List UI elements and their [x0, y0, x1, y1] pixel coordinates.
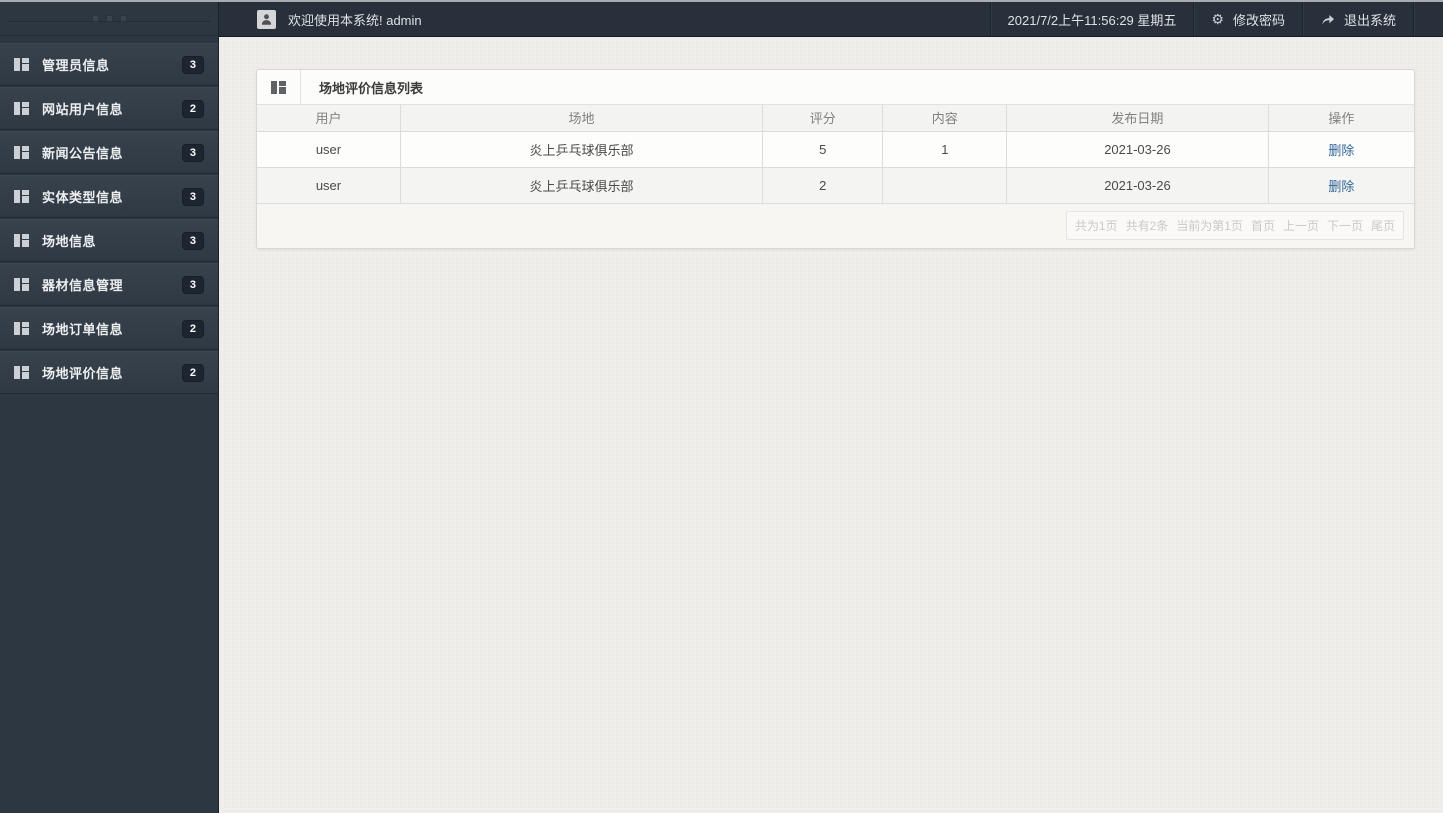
welcome-text: 欢迎使用本系统! admin	[288, 12, 422, 28]
pagination-current-page: 当前为第1页	[1176, 219, 1243, 233]
column-header-date: 发布日期	[1006, 105, 1269, 132]
grid-icon	[14, 102, 29, 115]
cell-action: 删除	[1267, 130, 1414, 168]
datetime-text: 2021/7/2上午11:56:29 星期五	[1007, 12, 1177, 28]
cell-score: 2	[762, 166, 884, 204]
grid-icon	[14, 190, 29, 203]
cell-venue: 炎上乒乓球俱乐部	[399, 130, 764, 168]
count-badge: 3	[181, 55, 204, 74]
sidebar-item-venue-info[interactable]: 场地信息 3	[0, 219, 218, 262]
sidebar-item-label: 场地评价信息	[42, 366, 124, 381]
cell-content: 1	[882, 130, 1008, 168]
sidebar-menu: 管理员信息 3 网站用户信息 2 新闻公告信息 3 实体类型信息 3 场地信息 …	[0, 43, 218, 395]
gear-icon: ⚙	[1211, 11, 1224, 27]
panel-title: 场地评价信息列表	[319, 80, 424, 96]
panel-footer: 共为1页 共有2条 当前为第1页 首页 上一页 下一页 尾页	[257, 203, 1414, 248]
handle-dot-icon	[91, 15, 99, 22]
count-badge: 3	[181, 231, 204, 250]
grid-icon	[14, 234, 29, 247]
column-header-content: 内容	[882, 105, 1008, 132]
cell-action: 删除	[1267, 166, 1414, 204]
panel-icon-cell	[257, 70, 301, 104]
pagination-next[interactable]: 下一页	[1327, 217, 1363, 234]
cell-date: 2021-03-26	[1006, 166, 1269, 204]
sidebar-item-site-user-info[interactable]: 网站用户信息 2	[0, 87, 218, 130]
grid-icon	[271, 80, 286, 94]
grid-icon	[14, 278, 29, 291]
column-header-action: 操作	[1267, 105, 1414, 132]
sidebar-item-label: 新闻公告信息	[42, 146, 124, 161]
pagination-prev[interactable]: 上一页	[1283, 217, 1319, 234]
sidebar-item-news-announcement-info[interactable]: 新闻公告信息 3	[0, 131, 218, 174]
sidebar-item-admin-info[interactable]: 管理员信息 3	[0, 43, 218, 86]
sidebar: 管理员信息 3 网站用户信息 2 新闻公告信息 3 实体类型信息 3 场地信息 …	[0, 2, 219, 813]
datetime-display: 2021/7/2上午11:56:29 星期五	[989, 2, 1194, 36]
cell-content	[882, 166, 1008, 204]
sidebar-collapse-handle[interactable]	[0, 2, 218, 36]
sidebar-item-venue-review-info[interactable]: 场地评价信息 2	[0, 351, 218, 394]
count-badge: 2	[181, 319, 204, 338]
column-header-venue: 场地	[399, 105, 764, 132]
change-password-button[interactable]: ⚙ 修改密码	[1193, 2, 1302, 36]
cell-score: 5	[762, 130, 884, 168]
venue-review-panel: 场地评价信息列表 用户 场地 评分 内容 发布日期 操作 user 炎上乒乓球俱…	[256, 69, 1415, 249]
topbar: 欢迎使用本系统! admin 2021/7/2上午11:56:29 星期五 ⚙ …	[219, 2, 1443, 37]
sidebar-item-label: 网站用户信息	[42, 102, 124, 117]
table-row: user 炎上乒乓球俱乐部 5 1 2021-03-26 删除	[257, 130, 1414, 168]
sidebar-item-label: 场地信息	[42, 234, 97, 249]
pagination-total-pages: 共为1页	[1074, 219, 1118, 233]
sidebar-item-entity-type-info[interactable]: 实体类型信息 3	[0, 175, 218, 218]
count-badge: 3	[181, 187, 204, 206]
sidebar-item-venue-order-info[interactable]: 场地订单信息 2	[0, 307, 218, 350]
count-badge: 2	[181, 363, 204, 382]
cell-user: user	[257, 166, 401, 204]
change-password-label: 修改密码	[1232, 12, 1285, 28]
handle-dot-icon	[105, 15, 113, 22]
table-header-row: 用户 场地 评分 内容 发布日期 操作	[257, 105, 1414, 132]
user-avatar-icon	[257, 9, 276, 29]
count-badge: 3	[181, 275, 204, 294]
count-badge: 2	[181, 99, 204, 118]
sidebar-item-label: 器材信息管理	[42, 278, 124, 293]
pagination-first[interactable]: 首页	[1251, 217, 1275, 234]
panel-header: 场地评价信息列表	[257, 70, 1414, 105]
logout-button[interactable]: 退出系统	[1301, 2, 1413, 36]
column-header-score: 评分	[762, 105, 884, 132]
cell-venue: 炎上乒乓球俱乐部	[399, 166, 764, 204]
review-table: 用户 场地 评分 内容 发布日期 操作 user 炎上乒乓球俱乐部 5 1 20	[257, 105, 1414, 204]
topbar-endcap	[1413, 2, 1443, 36]
logout-arrow-icon	[1322, 14, 1334, 25]
grid-icon	[14, 366, 29, 379]
column-header-user: 用户	[257, 105, 401, 132]
sidebar-item-label: 管理员信息	[42, 58, 110, 73]
sidebar-item-label: 场地订单信息	[42, 322, 124, 337]
logout-label: 退出系统	[1343, 12, 1396, 28]
cell-user: user	[257, 130, 401, 168]
pagination-last[interactable]: 尾页	[1371, 217, 1395, 234]
sidebar-item-label: 实体类型信息	[42, 190, 124, 205]
grid-icon	[14, 322, 29, 335]
handle-dot-icon	[119, 15, 127, 22]
pagination: 共为1页 共有2条 当前为第1页 首页 上一页 下一页 尾页	[1065, 211, 1404, 240]
count-badge: 3	[181, 143, 204, 162]
table-row: user 炎上乒乓球俱乐部 2 2021-03-26 删除	[257, 166, 1414, 204]
grid-icon	[14, 146, 29, 159]
cell-date: 2021-03-26	[1006, 130, 1269, 168]
person-icon	[261, 13, 272, 25]
content-area: 场地评价信息列表 用户 场地 评分 内容 发布日期 操作 user 炎上乒乓球俱…	[219, 37, 1443, 813]
delete-link[interactable]: 删除	[1328, 143, 1354, 158]
pagination-total-records: 共有2条	[1125, 219, 1169, 233]
delete-link[interactable]: 删除	[1328, 179, 1354, 194]
grid-icon	[14, 58, 29, 71]
sidebar-item-equipment-info[interactable]: 器材信息管理 3	[0, 263, 218, 306]
